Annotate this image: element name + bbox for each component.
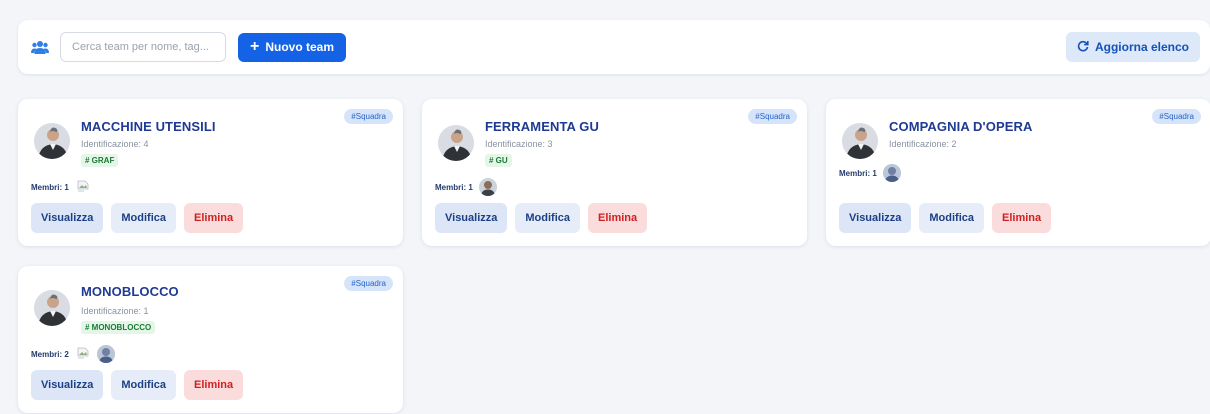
refresh-icon bbox=[1077, 40, 1089, 55]
team-identification: Identificazione: 1 bbox=[81, 306, 149, 316]
team-name: FERRAMENTA GU bbox=[485, 119, 599, 134]
team-name: MONOBLOCCO bbox=[81, 284, 179, 299]
team-card: COMPAGNIA D'OPERA Identificazione: 2 #Sq… bbox=[826, 99, 1210, 246]
members-row: Membri: 2 bbox=[31, 345, 115, 363]
search-input[interactable] bbox=[60, 32, 226, 62]
team-avatar bbox=[34, 123, 70, 159]
members-label: Membri: 1 bbox=[31, 182, 69, 192]
team-avatar bbox=[842, 123, 878, 159]
squad-badge: #Squadra bbox=[344, 276, 393, 291]
view-button[interactable]: Visualizza bbox=[31, 203, 104, 233]
view-button[interactable]: Visualizza bbox=[31, 370, 104, 400]
delete-button[interactable]: Elimina bbox=[184, 203, 244, 233]
delete-button[interactable]: Elimina bbox=[992, 203, 1052, 233]
squad-badge: #Squadra bbox=[748, 109, 797, 124]
members-label: Membri: 1 bbox=[435, 182, 473, 192]
card-actions: Visualizza Modifica Elimina bbox=[31, 370, 244, 400]
team-tag: # MONOBLOCCO bbox=[81, 321, 156, 334]
broken-image-icon bbox=[75, 345, 91, 363]
team-name: COMPAGNIA D'OPERA bbox=[889, 119, 1033, 134]
new-team-label: Nuovo team bbox=[265, 40, 335, 54]
members-label: Membri: 1 bbox=[839, 168, 877, 178]
broken-image-icon bbox=[75, 178, 91, 196]
edit-button[interactable]: Modifica bbox=[515, 203, 581, 233]
members-label: Membri: 2 bbox=[31, 349, 69, 359]
card-actions: Visualizza Modifica Elimina bbox=[839, 203, 1052, 233]
toolbar: + Nuovo team Aggiorna elenco bbox=[18, 20, 1210, 74]
members-row: Membri: 1 bbox=[839, 164, 901, 182]
view-button[interactable]: Visualizza bbox=[435, 203, 508, 233]
team-identification: Identificazione: 2 bbox=[889, 139, 957, 149]
members-row: Membri: 1 bbox=[31, 178, 91, 196]
squad-badge: #Squadra bbox=[344, 109, 393, 124]
member-avatar bbox=[96, 345, 115, 363]
team-card: MONOBLOCCO Identificazione: 1 # MONOBLOC… bbox=[18, 266, 403, 413]
delete-button[interactable]: Elimina bbox=[184, 370, 244, 400]
refresh-list-button[interactable]: Aggiorna elenco bbox=[1065, 32, 1200, 62]
delete-button[interactable]: Elimina bbox=[588, 203, 648, 233]
refresh-label: Aggiorna elenco bbox=[1094, 40, 1189, 54]
plus-icon: + bbox=[250, 38, 260, 55]
team-card: MACCHINE UTENSILI Identificazione: 4 # G… bbox=[18, 99, 403, 246]
card-actions: Visualizza Modifica Elimina bbox=[31, 203, 244, 233]
team-name: MACCHINE UTENSILI bbox=[81, 119, 216, 134]
team-identification: Identificazione: 3 bbox=[485, 139, 553, 149]
team-tag: # GRAF bbox=[81, 154, 119, 167]
squad-badge: #Squadra bbox=[1152, 109, 1201, 124]
view-button[interactable]: Visualizza bbox=[839, 203, 912, 233]
edit-button[interactable]: Modifica bbox=[919, 203, 985, 233]
team-tag: # GU bbox=[485, 154, 512, 167]
member-avatar bbox=[478, 178, 497, 196]
card-actions: Visualizza Modifica Elimina bbox=[435, 203, 648, 233]
team-card: FERRAMENTA GU Identificazione: 3 # GU #S… bbox=[422, 99, 807, 246]
new-team-button[interactable]: + Nuovo team bbox=[238, 32, 347, 62]
edit-button[interactable]: Modifica bbox=[111, 370, 177, 400]
edit-button[interactable]: Modifica bbox=[111, 203, 177, 233]
team-identification: Identificazione: 4 bbox=[81, 139, 149, 149]
team-avatar bbox=[438, 125, 474, 161]
team-avatar bbox=[34, 290, 70, 326]
users-icon bbox=[30, 37, 50, 57]
members-row: Membri: 1 bbox=[435, 178, 497, 196]
member-avatar bbox=[882, 164, 901, 182]
